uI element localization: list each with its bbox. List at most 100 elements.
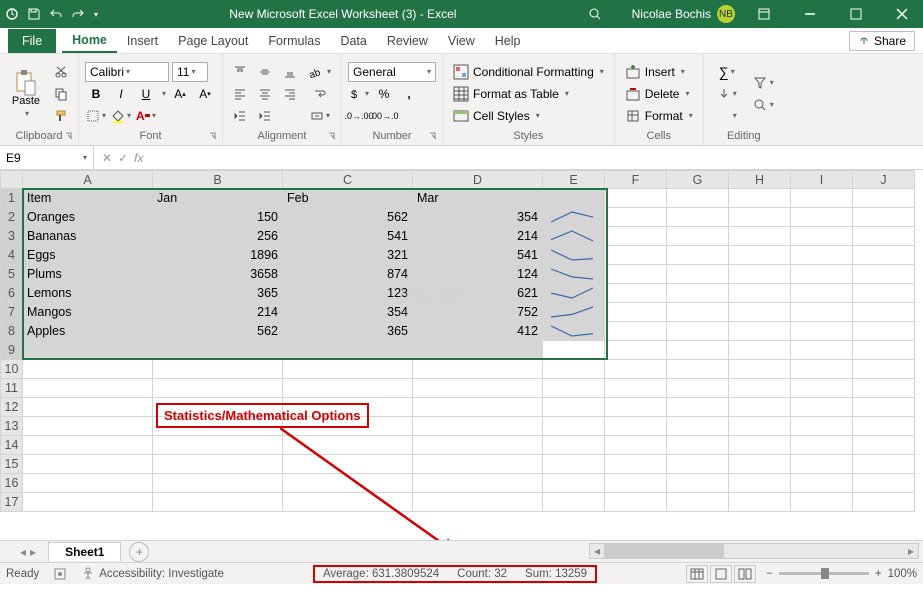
cell-J10[interactable]: [853, 360, 915, 379]
tab-formulas[interactable]: Formulas: [258, 30, 330, 52]
cell-D5[interactable]: 124: [413, 265, 543, 284]
cell-A13[interactable]: [23, 417, 153, 436]
format-cells-button[interactable]: Format▾: [621, 106, 697, 126]
cell-G1[interactable]: [667, 189, 729, 208]
cell-F3[interactable]: [605, 227, 667, 246]
cell-J11[interactable]: [853, 379, 915, 398]
cell-D8[interactable]: 412: [413, 322, 543, 341]
macro-record-icon[interactable]: [53, 567, 67, 581]
cell-J7[interactable]: [853, 303, 915, 322]
cell-E8[interactable]: [543, 322, 605, 341]
cell-B2[interactable]: 150: [153, 208, 283, 227]
cell-C5[interactable]: 874: [283, 265, 413, 284]
format-as-table-button[interactable]: Format as Table▾: [449, 84, 608, 104]
cell-F10[interactable]: [605, 360, 667, 379]
format-painter-icon[interactable]: [50, 106, 72, 126]
cell-G17[interactable]: [667, 493, 729, 512]
grow-font-icon[interactable]: A▴: [169, 84, 191, 104]
cell-E15[interactable]: [543, 455, 605, 474]
shrink-font-icon[interactable]: A▾: [194, 84, 216, 104]
cell-D10[interactable]: [413, 360, 543, 379]
cell-A3[interactable]: Bananas: [23, 227, 153, 246]
cell-C8[interactable]: 365: [283, 322, 413, 341]
share-button[interactable]: Share: [849, 31, 915, 51]
col-header-F[interactable]: F: [605, 171, 667, 189]
cell-G9[interactable]: [667, 341, 729, 360]
cell-E14[interactable]: [543, 436, 605, 455]
row-header-8[interactable]: 8: [1, 322, 23, 341]
tab-file[interactable]: File: [8, 29, 56, 53]
cell-B15[interactable]: [153, 455, 283, 474]
cell-F9[interactable]: [605, 341, 667, 360]
cell-A2[interactable]: Oranges: [23, 208, 153, 227]
accept-formula-icon[interactable]: ✓: [118, 151, 128, 165]
autosum-icon[interactable]: ∑▾: [710, 62, 744, 82]
cell-E17[interactable]: [543, 493, 605, 512]
cell-I3[interactable]: [791, 227, 853, 246]
conditional-formatting-button[interactable]: Conditional Formatting▾: [449, 62, 608, 82]
cell-H6[interactable]: [729, 284, 791, 303]
cell-B4[interactable]: 1896: [153, 246, 283, 265]
autosave-icon[interactable]: [4, 6, 20, 22]
clipboard-launcher-icon[interactable]: [64, 131, 76, 143]
redo-icon[interactable]: [70, 6, 86, 22]
cell-C7[interactable]: 354: [283, 303, 413, 322]
cell-B7[interactable]: 214: [153, 303, 283, 322]
row-header-9[interactable]: 9: [1, 341, 23, 360]
find-select-icon[interactable]: ▾: [748, 95, 778, 115]
underline-button[interactable]: U: [135, 84, 157, 104]
user-account[interactable]: Nicolae Bochis NB: [632, 5, 735, 23]
cell-J5[interactable]: [853, 265, 915, 284]
delete-cells-button[interactable]: Delete▾: [621, 84, 697, 104]
view-normal-icon[interactable]: [686, 565, 708, 583]
cell-D12[interactable]: [413, 398, 543, 417]
cell-H12[interactable]: [729, 398, 791, 417]
number-launcher-icon[interactable]: [428, 131, 440, 143]
zoom-slider[interactable]: [779, 572, 869, 575]
zoom-in-button[interactable]: +: [875, 568, 882, 580]
save-icon[interactable]: [26, 6, 42, 22]
sheet-nav-next-icon[interactable]: ▸: [30, 545, 36, 559]
cell-B14[interactable]: [153, 436, 283, 455]
sheet-tab-active[interactable]: Sheet1: [48, 542, 121, 561]
view-page-layout-icon[interactable]: [710, 565, 732, 583]
cell-I16[interactable]: [791, 474, 853, 493]
cell-A6[interactable]: Lemons: [23, 284, 153, 303]
tab-help[interactable]: Help: [485, 30, 531, 52]
zoom-out-button[interactable]: −: [766, 568, 773, 580]
row-header-14[interactable]: 14: [1, 436, 23, 455]
cell-H2[interactable]: [729, 208, 791, 227]
tab-data[interactable]: Data: [330, 30, 376, 52]
cell-A5[interactable]: Plums: [23, 265, 153, 284]
cell-I2[interactable]: [791, 208, 853, 227]
cell-I6[interactable]: [791, 284, 853, 303]
cell-B8[interactable]: 562: [153, 322, 283, 341]
cell-F17[interactable]: [605, 493, 667, 512]
row-header-6[interactable]: 6: [1, 284, 23, 303]
cell-H9[interactable]: [729, 341, 791, 360]
cell-F13[interactable]: [605, 417, 667, 436]
row-header-5[interactable]: 5: [1, 265, 23, 284]
cell-B1[interactable]: Jan: [153, 189, 283, 208]
select-all-cell[interactable]: [1, 171, 23, 189]
cell-B3[interactable]: 256: [153, 227, 283, 246]
cell-E5[interactable]: [543, 265, 605, 284]
cell-E12[interactable]: [543, 398, 605, 417]
cell-H1[interactable]: [729, 189, 791, 208]
cell-J1[interactable]: [853, 189, 915, 208]
cell-C3[interactable]: 541: [283, 227, 413, 246]
orientation-icon[interactable]: ab▾: [305, 62, 335, 82]
cell-A4[interactable]: Eggs: [23, 246, 153, 265]
cell-J14[interactable]: [853, 436, 915, 455]
accessibility-button[interactable]: Accessibility: Investigate: [81, 567, 224, 581]
row-header-15[interactable]: 15: [1, 455, 23, 474]
insert-cells-button[interactable]: Insert▾: [621, 62, 697, 82]
row-header-17[interactable]: 17: [1, 493, 23, 512]
cell-G14[interactable]: [667, 436, 729, 455]
cell-H15[interactable]: [729, 455, 791, 474]
cell-E16[interactable]: [543, 474, 605, 493]
worksheet-grid[interactable]: ABCDEFGHIJ1ItemJanFebMar2Oranges15056235…: [0, 170, 923, 540]
borders-icon[interactable]: ▾: [85, 106, 107, 126]
tab-view[interactable]: View: [438, 30, 485, 52]
cell-H10[interactable]: [729, 360, 791, 379]
